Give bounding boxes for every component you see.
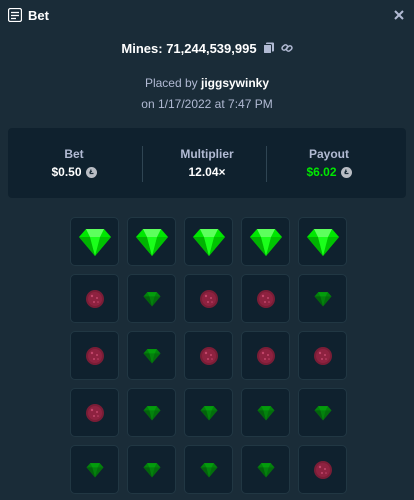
bet-amount: $0.50 <box>51 165 82 179</box>
gem-icon <box>143 291 161 307</box>
tile-gem[interactable] <box>241 445 290 494</box>
mine-icon <box>313 346 333 366</box>
multiplier-stat: Multiplier 12.04× <box>141 128 273 198</box>
multiplier-value-row: 12.04× <box>141 165 273 179</box>
mines-id-label: Mines: 71,244,539,995 <box>121 40 257 56</box>
gem-icon <box>143 462 161 478</box>
tile-mine[interactable] <box>298 445 347 494</box>
tile-gem-revealed[interactable] <box>70 217 119 266</box>
close-button[interactable] <box>390 6 408 24</box>
gem-icon <box>192 227 226 257</box>
bet-slip-icon <box>7 7 23 23</box>
gem-icon <box>143 348 161 364</box>
tile-mine[interactable] <box>298 331 347 380</box>
tile-mine[interactable] <box>70 274 119 323</box>
mine-icon <box>199 289 219 309</box>
tile-mine[interactable] <box>70 331 119 380</box>
bet-label: Bet <box>64 147 84 161</box>
username-link[interactable]: jiggsywinky <box>201 76 269 90</box>
tile-mine[interactable] <box>184 274 233 323</box>
gem-icon <box>200 405 218 421</box>
mine-icon <box>199 346 219 366</box>
payout-value-row: $6.02 <box>263 165 395 179</box>
tile-gem[interactable] <box>127 388 176 437</box>
payout-amount: $6.02 <box>306 165 337 179</box>
mines-id-row: Mines: 71,244,539,995 <box>0 38 414 58</box>
tile-mine[interactable] <box>70 388 119 437</box>
gem-icon <box>143 405 161 421</box>
window-title: Bet <box>28 8 49 23</box>
mine-icon <box>256 346 276 366</box>
mine-icon <box>256 289 276 309</box>
tile-gem-revealed[interactable] <box>127 217 176 266</box>
tile-gem[interactable] <box>127 274 176 323</box>
multiplier-label: Multiplier <box>180 147 234 161</box>
litecoin-icon <box>340 166 352 178</box>
gem-icon <box>135 227 169 257</box>
mine-icon <box>85 289 105 309</box>
gem-icon <box>86 462 104 478</box>
tile-mine[interactable] <box>241 274 290 323</box>
tile-gem[interactable] <box>241 388 290 437</box>
tile-mine[interactable] <box>184 331 233 380</box>
tile-gem[interactable] <box>298 274 347 323</box>
tile-gem[interactable] <box>298 388 347 437</box>
placed-by-prefix: Placed by <box>144 76 201 90</box>
mine-icon <box>313 460 333 480</box>
tile-mine[interactable] <box>241 331 290 380</box>
link-icon[interactable] <box>280 42 293 54</box>
gem-icon <box>306 227 340 257</box>
gem-icon <box>314 291 332 307</box>
tile-gem[interactable] <box>184 445 233 494</box>
gem-icon <box>200 462 218 478</box>
payout-stat: Payout $6.02 <box>263 128 395 198</box>
gem-icon <box>257 405 275 421</box>
tile-gem[interactable] <box>70 445 119 494</box>
tile-gem-revealed[interactable] <box>241 217 290 266</box>
bet-summary-panel: Bet $0.50 Multiplier 12.04× Payout $6.02 <box>8 128 406 198</box>
gem-icon <box>314 405 332 421</box>
mine-icon <box>85 346 105 366</box>
gem-icon <box>78 227 112 257</box>
litecoin-icon <box>85 166 97 178</box>
payout-label: Payout <box>308 147 349 161</box>
tile-gem[interactable] <box>127 445 176 494</box>
tile-gem[interactable] <box>127 331 176 380</box>
close-icon <box>394 10 404 20</box>
gem-icon <box>257 462 275 478</box>
copy-icon[interactable] <box>262 42 275 54</box>
tile-gem-revealed[interactable] <box>184 217 233 266</box>
bet-value-row: $0.50 <box>8 165 140 179</box>
placed-by-text: Placed by jiggsywinky <box>0 76 414 90</box>
bet-stat: Bet $0.50 <box>8 128 140 198</box>
title-bar: Bet <box>0 0 414 30</box>
tile-gem-revealed[interactable] <box>298 217 347 266</box>
tile-gem[interactable] <box>184 388 233 437</box>
gem-icon <box>249 227 283 257</box>
mine-icon <box>85 403 105 423</box>
multiplier-value: 12.04× <box>188 165 226 179</box>
bet-date: on 1/17/2022 at 7:47 PM <box>141 97 273 111</box>
